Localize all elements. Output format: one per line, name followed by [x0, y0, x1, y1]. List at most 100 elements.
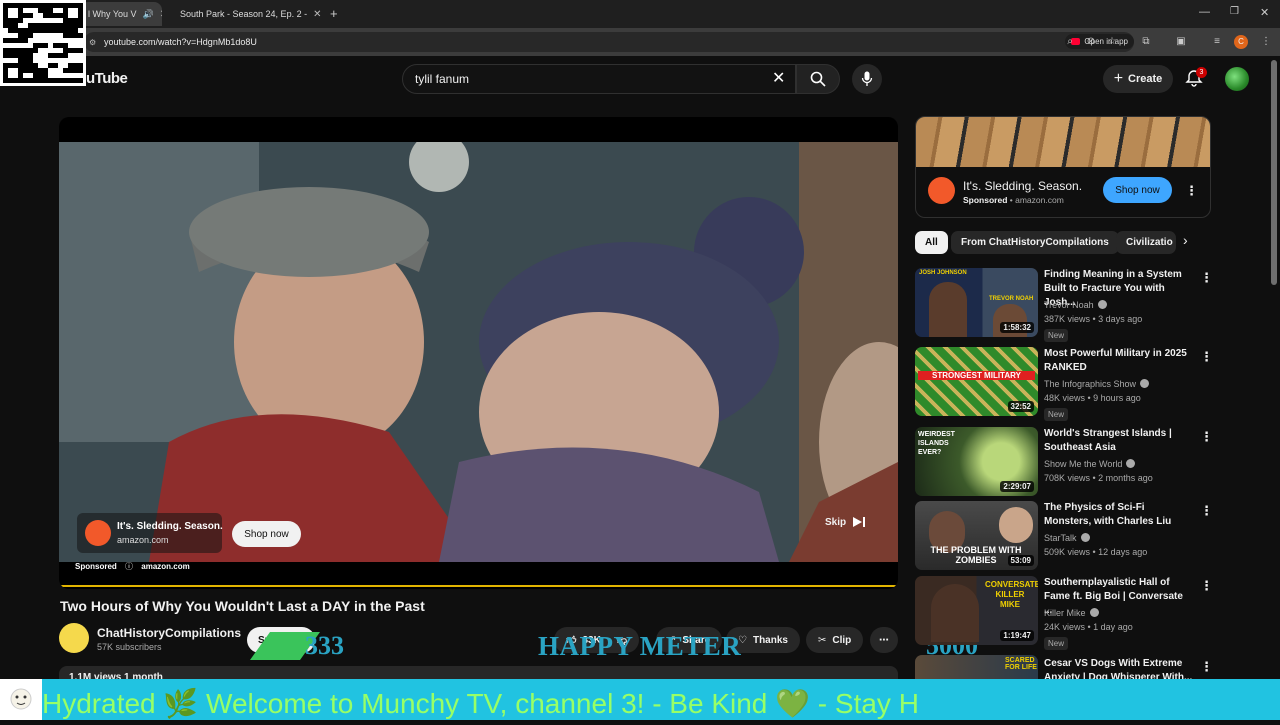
sidebar-shop-now-button[interactable]: Shop now	[1103, 177, 1172, 203]
close-window-icon[interactable]: ✕	[1260, 6, 1269, 19]
profile-avatar[interactable]: C	[1234, 35, 1248, 49]
new-badge: New	[1044, 329, 1069, 342]
video-menu-icon[interactable]: ⋮	[1200, 349, 1213, 365]
voice-search-button[interactable]	[852, 64, 882, 94]
verified-icon	[1080, 533, 1090, 542]
account-avatar[interactable]	[1225, 67, 1249, 91]
video-frame[interactable]	[59, 142, 898, 562]
scissors-icon: ✂	[818, 634, 827, 646]
video-menu-icon[interactable]: ⋮	[1200, 578, 1213, 594]
video-meta: 48K views • 9 hours ago	[1044, 393, 1141, 403]
browser-menu-icon[interactable]: ⋮	[1259, 35, 1273, 49]
list-item[interactable]: WEIRDEST ISLANDS EVER? 2:29:07 World's S…	[915, 427, 1215, 499]
channel-name[interactable]: ChatHistoryCompilations	[97, 626, 241, 640]
site-settings-icon[interactable]: ⚙	[89, 38, 96, 47]
page-scrollbar[interactable]	[1271, 60, 1277, 285]
zoom-icon[interactable]: ⌕	[1063, 35, 1077, 49]
skip-ad-button[interactable]: Skip	[825, 516, 866, 528]
video-menu-icon[interactable]: ⋮	[1200, 429, 1213, 445]
chip-all[interactable]: All	[915, 231, 948, 254]
video-meta: 24K views • 1 day ago	[1044, 622, 1133, 632]
notification-count-badge: 3	[1196, 67, 1207, 78]
eye-off-icon[interactable]: ⊘	[1084, 35, 1098, 49]
close-tab-icon[interactable]: ✕	[160, 9, 162, 20]
create-button[interactable]: + Create	[1103, 65, 1173, 93]
video-menu-icon[interactable]: ⋮	[1200, 503, 1213, 519]
tab-title: l Why You V	[88, 9, 137, 19]
happy-meter-label: HAPPY METER	[538, 631, 742, 661]
bookmark-star-icon[interactable]: ☆	[1105, 35, 1119, 49]
clip-button[interactable]: ✂ Clip	[806, 627, 864, 653]
video-duration: 1:19:47	[1000, 630, 1034, 641]
amazon-logo-icon	[928, 177, 955, 204]
thumbnail-text: WEIRDEST ISLANDS EVER?	[918, 431, 955, 456]
thumbnail-text: STRONGEST MILITARY	[918, 371, 1035, 380]
video-duration: 32:52	[1007, 401, 1034, 412]
channel-name[interactable]: Show Me the World	[1044, 459, 1136, 469]
list-item[interactable]: STRONGEST MILITARY 32:52 Most Powerful M…	[915, 347, 1215, 421]
channel-avatar[interactable]	[59, 623, 89, 653]
list-item[interactable]: THE PROBLEM WITH ZOMBIES 53:09 The Physi…	[915, 501, 1215, 573]
browser-tab-bar: l Why You V 🔊 ✕ South Park - Season 24, …	[0, 0, 1280, 28]
search-query: tylil fanum	[415, 72, 470, 86]
chip-civilization[interactable]: Civilizatio	[1116, 231, 1176, 254]
thumbnail-text: CONVERSATE KILLER MIKE	[985, 580, 1038, 609]
video-title[interactable]: The Physics of Sci-Fi Monsters, with Cha…	[1044, 501, 1194, 529]
ad-progress-bar[interactable]	[59, 585, 898, 587]
media-control-icon[interactable]: ≡	[1210, 35, 1224, 49]
video-thumbnail[interactable]: STRONGEST MILITARY 32:52	[915, 347, 1038, 416]
video-title[interactable]: Cesar VS Dogs With Extreme Anxiety | Dog…	[1044, 657, 1194, 679]
thumbnail-text: SCARED FOR LIFE	[1005, 657, 1037, 671]
close-tab-icon[interactable]: ✕	[313, 9, 321, 20]
extensions-icon[interactable]: ⧉	[1139, 35, 1153, 49]
clear-search-icon[interactable]: ✕	[772, 68, 785, 88]
video-meta: 387K views • 3 days ago	[1044, 314, 1143, 324]
channel-name[interactable]: StarTalk	[1044, 533, 1090, 543]
minimize-icon[interactable]: —	[1199, 6, 1210, 18]
search-input[interactable]: tylil fanum	[402, 64, 796, 94]
video-duration: 1:58:32	[1000, 322, 1034, 333]
video-menu-icon[interactable]: ⋮	[1200, 270, 1213, 286]
new-tab-icon[interactable]: +	[330, 6, 338, 21]
tab-current[interactable]: l Why You V 🔊 ✕	[80, 2, 162, 26]
verified-icon	[1140, 379, 1150, 388]
verified-icon	[1126, 459, 1136, 468]
info-icon[interactable]: ⓘ	[125, 562, 133, 571]
video-thumbnail[interactable]: THE PROBLEM WITH ZOMBIES 53:09	[915, 501, 1038, 570]
video-thumbnail[interactable]: JOSH JOHNSON TREVOR NOAH 1:58:32	[915, 268, 1038, 337]
restore-icon[interactable]: ❐	[1230, 6, 1239, 17]
list-item[interactable]: JOSH JOHNSON TREVOR NOAH 1:58:32 Finding…	[915, 268, 1215, 342]
ad-title: It's. Sledding. Season.	[117, 521, 223, 532]
video-menu-icon[interactable]: ⋮	[1200, 659, 1213, 675]
url-text: youtube.com/watch?v=HdgnMb1do8U	[104, 37, 257, 47]
chevron-right-icon[interactable]: ›	[1183, 232, 1188, 248]
tab-search-icon[interactable]: ▣	[1174, 35, 1188, 49]
video-thumbnail[interactable]: SCARED FOR LIFE	[915, 655, 1038, 679]
video-title[interactable]: World's Strangest Islands | Southeast As…	[1044, 427, 1194, 455]
channel-name[interactable]: The Infographics Show	[1044, 379, 1150, 389]
video-player[interactable]: It's. Sledding. Season. amazon.com Shop …	[59, 117, 898, 589]
microphone-icon	[861, 71, 873, 86]
tab-south-park[interactable]: South Park - Season 24, Ep. 2 - ✕	[166, 2, 324, 26]
video-title: Two Hours of Why You Wouldn't Last a DAY…	[60, 598, 425, 614]
video-thumbnail[interactable]: WEIRDEST ISLANDS EVER? 2:29:07	[915, 427, 1038, 496]
video-meta: 708K views • 2 months ago	[1044, 473, 1153, 483]
video-still-image	[59, 142, 898, 562]
chip-from-channel[interactable]: From ChatHistoryCompilations	[951, 231, 1119, 254]
video-title[interactable]: Most Powerful Military in 2025 RANKED	[1044, 347, 1194, 375]
video-duration: 53:09	[1007, 555, 1034, 566]
channel-name[interactable]: Trevor Noah	[1044, 300, 1107, 310]
video-thumbnail[interactable]: CONVERSATE KILLER MIKE 1:19:47	[915, 576, 1038, 645]
search-button[interactable]	[796, 64, 840, 94]
shop-now-button[interactable]: Shop now	[232, 521, 301, 547]
channel-name[interactable]: Killer Mike	[1044, 608, 1099, 618]
list-item[interactable]: CONVERSATE KILLER MIKE 1:19:47 Southernp…	[915, 576, 1215, 650]
youtube-logo[interactable]: uTube	[86, 70, 128, 87]
channel-name-text: Killer Mike	[1044, 608, 1086, 618]
url-field[interactable]: ⚙ youtube.com/watch?v=HdgnMb1do8U	[84, 32, 1134, 52]
list-item[interactable]: SCARED FOR LIFE Cesar VS Dogs With Extre…	[915, 655, 1215, 679]
new-badge: New	[1044, 408, 1069, 421]
thumbnail-text: TREVOR NOAH	[989, 296, 1034, 302]
more-actions-button[interactable]: ⋯	[870, 627, 898, 653]
ad-menu-icon[interactable]: ⋮	[1185, 183, 1198, 199]
